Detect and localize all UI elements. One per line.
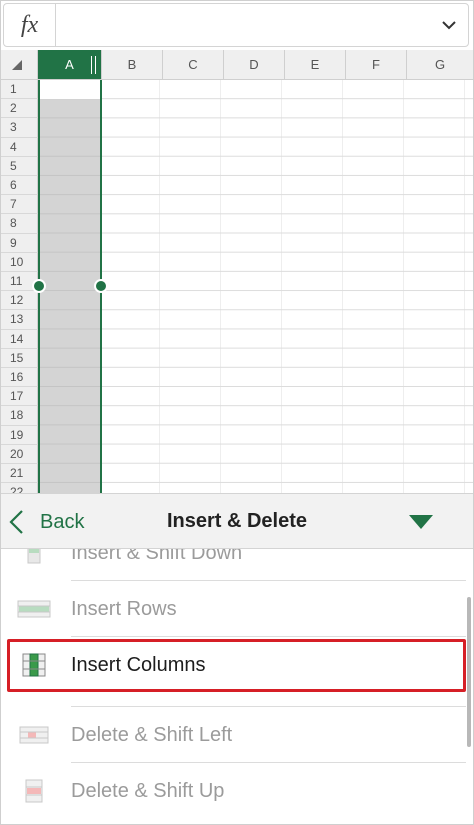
row-header[interactable]: 15 xyxy=(0,348,38,368)
select-all-corner[interactable] xyxy=(0,50,38,80)
menu-item-label: Insert Rows xyxy=(71,597,177,620)
row-header[interactable]: 22 xyxy=(0,483,38,493)
column-header-f[interactable]: F xyxy=(346,50,407,80)
menu-item-label: Insert & Shift Down xyxy=(71,549,243,564)
insert-rows-icon xyxy=(17,600,51,618)
scrollbar[interactable] xyxy=(467,597,471,747)
fx-icon[interactable]: fx xyxy=(4,4,56,46)
column-resize-grip-icon[interactable] xyxy=(91,56,96,74)
delete-shift-left-icon xyxy=(19,726,49,744)
panel-header: Back Insert & Delete xyxy=(0,493,474,549)
menu-item-label: Delete & Shift Left xyxy=(71,723,233,746)
row-header[interactable]: 18 xyxy=(0,406,38,426)
delete-shift-up-icon xyxy=(25,779,43,803)
row-header[interactable]: 7 xyxy=(0,195,38,215)
row-header[interactable]: 14 xyxy=(0,329,38,349)
column-header-label: A xyxy=(65,57,74,72)
column-header-c[interactable]: C xyxy=(163,50,224,80)
row-header[interactable]: 4 xyxy=(0,137,38,157)
menu-item-label: Delete & Shift Up xyxy=(71,779,225,802)
row-header[interactable]: 6 xyxy=(0,176,38,196)
menu-item-insert-rows[interactable]: Insert Rows xyxy=(0,581,474,637)
column-header-e[interactable]: E xyxy=(285,50,346,80)
selection-handle-right[interactable] xyxy=(94,279,108,293)
column-header-b[interactable]: B xyxy=(102,50,163,80)
selection-handle-left[interactable] xyxy=(32,279,46,293)
selected-column-highlight xyxy=(38,80,102,493)
row-header[interactable]: 2 xyxy=(0,99,38,119)
column-header-a[interactable]: A xyxy=(38,50,102,80)
spreadsheet-grid[interactable]: A B C D E F G 1 2 3 4 5 6 7 8 9 10 11 12… xyxy=(0,50,474,493)
chevron-down-icon[interactable] xyxy=(440,16,458,34)
row-header[interactable]: 9 xyxy=(0,233,38,253)
row-header[interactable]: 12 xyxy=(0,291,38,311)
menu-item-insert-shift-down[interactable]: Insert & Shift Down xyxy=(0,549,474,581)
row-header[interactable]: 3 xyxy=(0,118,38,138)
active-cell[interactable] xyxy=(40,80,100,99)
highlight-box xyxy=(7,639,466,692)
row-header[interactable]: 19 xyxy=(0,425,38,445)
select-all-icon xyxy=(12,60,22,70)
row-header[interactable]: 17 xyxy=(0,387,38,407)
triangle-down-icon[interactable] xyxy=(408,514,434,530)
column-header-d[interactable]: D xyxy=(224,50,285,80)
column-header-g[interactable]: G xyxy=(407,50,474,80)
row-header[interactable]: 8 xyxy=(0,214,38,234)
row-header[interactable]: 1 xyxy=(0,80,38,100)
formula-bar[interactable]: fx xyxy=(3,3,469,47)
row-header[interactable]: 21 xyxy=(0,464,38,484)
row-header[interactable]: 16 xyxy=(0,368,38,388)
panel-title: Insert & Delete xyxy=(166,510,308,532)
insert-shift-down-icon xyxy=(27,549,41,564)
row-header[interactable]: 20 xyxy=(0,444,38,464)
row-header[interactable]: 13 xyxy=(0,310,38,330)
row-header[interactable]: 5 xyxy=(0,156,38,176)
row-header[interactable]: 10 xyxy=(0,252,38,272)
menu-item-delete-shift-up[interactable]: Delete & Shift Up xyxy=(0,763,474,819)
menu-item-delete-shift-left[interactable]: Delete & Shift Left xyxy=(0,707,474,763)
